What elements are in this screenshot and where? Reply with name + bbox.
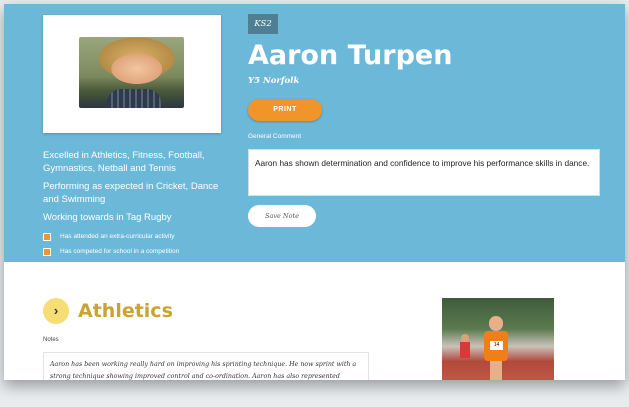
working-towards-text: Working towards in Tag Rugby bbox=[43, 212, 172, 223]
save-note-button[interactable]: Save Note bbox=[248, 205, 316, 227]
profile-header: Excelled in Athletics, Fitness, Football… bbox=[4, 4, 625, 262]
runner-figure: 14 bbox=[482, 316, 510, 380]
background-runner bbox=[460, 334, 470, 370]
notes-line: strong technique showing improved contro… bbox=[50, 373, 340, 380]
activity-checklist: Has attended an extra-curricular activit… bbox=[43, 229, 179, 259]
athletics-photo: 14 bbox=[442, 298, 554, 380]
check-label: Has competed for school in a competition bbox=[60, 248, 180, 255]
check-extra-curricular[interactable]: Has attended an extra-curricular activit… bbox=[43, 229, 179, 244]
check-label: Has attended an extra-curricular activit… bbox=[60, 233, 175, 240]
chevron-right-icon[interactable]: › bbox=[43, 298, 69, 324]
notes-label: Notes bbox=[43, 337, 59, 343]
checkbox-icon[interactable] bbox=[43, 232, 51, 241]
achievement-summary: Excelled in Athletics, Fitness, Football… bbox=[43, 150, 221, 231]
race-number: 14 bbox=[490, 341, 503, 350]
expected-text: Performing as expected in Cricket, Dance… bbox=[43, 181, 219, 205]
key-stage-badge: KS2 bbox=[248, 14, 278, 34]
notes-line: Aaron has been working really hard on im… bbox=[50, 361, 357, 368]
photo-shirt bbox=[107, 89, 161, 108]
checkbox-icon[interactable] bbox=[43, 247, 51, 256]
student-photo bbox=[79, 37, 184, 108]
profile-page: Excelled in Athletics, Fitness, Football… bbox=[4, 4, 625, 380]
section-title: Athletics bbox=[78, 300, 173, 322]
print-button[interactable]: PRINT bbox=[248, 99, 322, 121]
general-comment-label: General Comment bbox=[248, 133, 302, 140]
check-competition[interactable]: Has competed for school in a competition bbox=[43, 244, 179, 259]
general-comment-field[interactable]: Aaron has shown determination and confid… bbox=[248, 149, 600, 196]
notes-field[interactable]: Aaron has been working really hard on im… bbox=[43, 352, 369, 380]
student-photo-card bbox=[43, 15, 221, 133]
student-class: Y5 Norfolk bbox=[248, 76, 300, 86]
excelled-text: Excelled in Athletics, Fitness, Football… bbox=[43, 150, 205, 174]
student-name: Aaron Turpen bbox=[248, 40, 453, 71]
